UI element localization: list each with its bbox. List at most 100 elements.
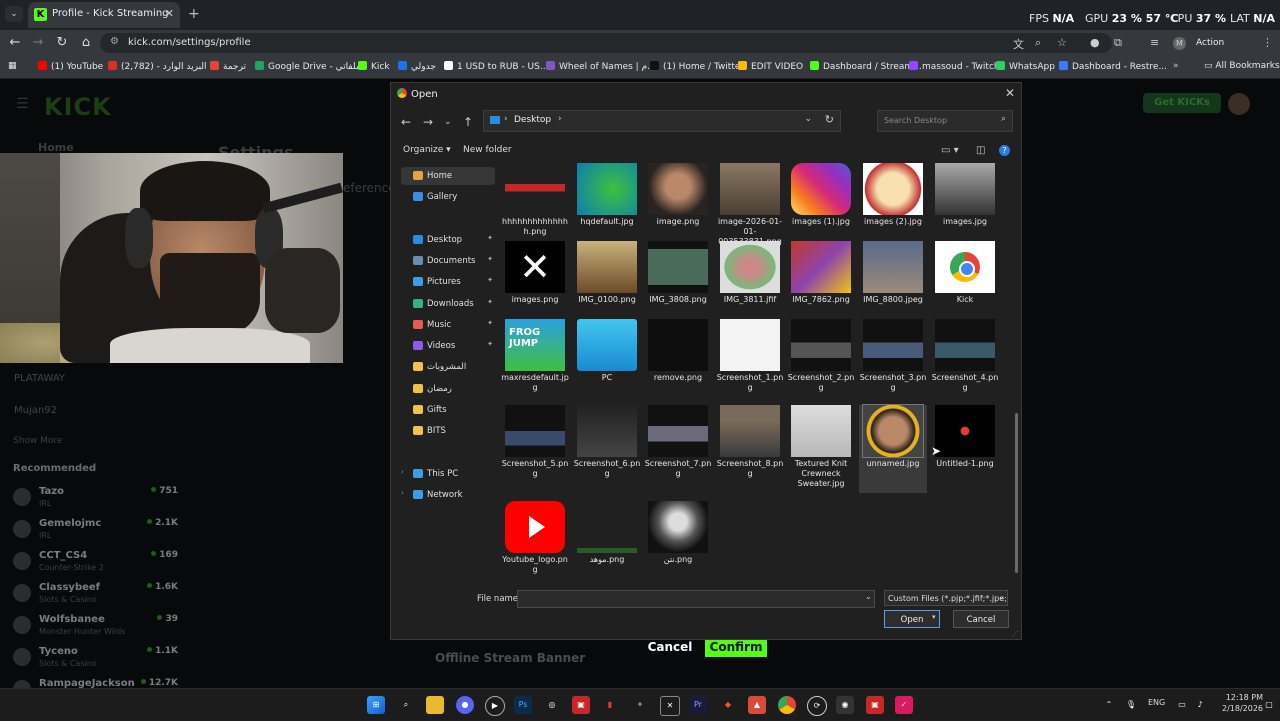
file-item[interactable]: Screenshot_4.png [931,319,999,407]
nav-item[interactable]: BITS [401,422,495,440]
volume-icon[interactable]: ♪ [1191,696,1209,714]
recent-locations-icon[interactable]: ⌄ [444,117,452,127]
nav-item[interactable]: Home [401,167,495,185]
file-item[interactable]: Textured Knit Crewneck Sweater.jpg [787,405,855,493]
bookmark-item[interactable]: EDIT VIDEO [738,61,803,72]
expand-chevron-icon[interactable]: › [401,489,404,497]
forward-icon[interactable]: → [423,115,433,129]
file-item[interactable]: IMG_7862.png [787,241,855,329]
recommended-channel[interactable]: Wolfsbanee Monster Hunter Wilds 39 [13,614,178,642]
back-icon[interactable]: ← [6,35,24,50]
organize-menu[interactable]: Organize ▾ [403,145,451,155]
recommended-channel[interactable]: CCT_CS4 Counter-Strike 2 169 [13,550,178,578]
app-red-icon[interactable]: ▮ [601,696,619,714]
app-red2-icon[interactable]: ▣ [866,696,884,714]
file-item[interactable]: hqdefault.jpg [573,163,641,251]
nav-item[interactable]: Music ✦ [401,316,495,334]
new-tab-button[interactable]: + [188,6,200,22]
cancel-button[interactable]: Cancel [642,637,698,657]
file-item[interactable]: PC [573,319,641,407]
nav-item[interactable]: › This PC [401,465,495,483]
close-icon[interactable]: ✕ [1005,86,1015,100]
media-player-icon[interactable]: ▶ [485,696,505,716]
reload-icon[interactable]: ↻ [53,35,71,50]
file-item[interactable]: Screenshot_5.png [501,405,569,493]
new-folder-button[interactable]: New folder [463,145,512,155]
nav-item[interactable]: › Network [401,486,495,504]
bookmark-item[interactable]: Wheel of Names | م... [546,61,656,72]
refresh-icon[interactable]: ↻ [825,113,834,126]
file-item[interactable]: Kick [931,241,999,329]
file-item[interactable]: unnamed.jpg [859,404,927,493]
app-orange-icon[interactable]: ▲ [748,696,766,714]
resize-grip-icon[interactable]: ⋰ [1012,630,1019,638]
recommended-channel[interactable]: Gemelojmc IRL 2.1K [13,518,178,546]
chevron-down-icon[interactable]: ⌄ [804,114,812,124]
file-item[interactable]: موهد.png [573,501,641,585]
file-item[interactable]: Screenshot_1.png [716,319,784,407]
breadcrumb[interactable]: › Desktop › ⌄ ↻ [483,110,841,132]
tab-search-button[interactable]: ⌄ [5,6,23,22]
recommended-channel[interactable]: Tazo IRL 751 [13,486,178,514]
chevron-down-icon[interactable]: ⌄ [998,592,1005,601]
chevron-down-icon[interactable]: ⌄ [865,592,872,601]
reading-list-icon[interactable]: ≡ [1150,36,1159,49]
open-split-chevron-icon[interactable]: ▾ [932,613,936,621]
app-icon[interactable]: ▣ [572,696,590,714]
apps-grid-icon[interactable]: ▦ [8,61,17,71]
extension-icon[interactable]: ● [1090,36,1100,49]
search-input[interactable]: Search Desktop ⌕ [877,110,1013,132]
extensions-puzzle-icon[interactable]: ⧉ [1114,36,1122,50]
menu-kebab-icon[interactable]: ⋮ [1262,36,1273,49]
profile-avatar[interactable]: M [1173,37,1186,50]
app-green-icon[interactable]: ✦ [631,696,649,714]
file-type-select[interactable]: Custom Files (*.pjp;*.jfif;*.jpe;*. [884,590,1008,606]
search-icon[interactable]: ⌕ [397,696,415,714]
breadcrumb-desktop[interactable]: Desktop [514,115,551,125]
file-explorer-icon[interactable] [426,696,444,714]
bookmark-item[interactable]: Dashboard - Restre... [1059,61,1167,72]
file-item[interactable]: remove.png [644,319,712,407]
close-tab-icon[interactable]: ✕ [165,7,174,20]
bookmark-item[interactable]: (1) YouTube [38,61,103,72]
bookmark-item[interactable]: Kick [358,61,390,72]
nav-item[interactable]: Desktop ✦ [401,231,495,249]
photoshop-icon[interactable]: Ps [514,696,532,714]
file-item[interactable]: Screenshot_2.png [787,319,855,407]
action-required-button[interactable]: Action required [1196,34,1262,66]
bookmark-item[interactable]: 1 USD to RUB - US... [444,61,548,72]
file-item[interactable]: Youtube_logo.png [501,501,569,585]
tray-overflow-icon[interactable]: ⌃ [1100,696,1118,714]
bookmark-item[interactable]: Google Drive - ملفاتي [255,61,361,72]
file-item[interactable]: images.jpg [931,163,999,251]
network-icon[interactable]: ▭ [1173,696,1191,714]
translate-icon[interactable]: 文 [1013,36,1024,52]
file-item[interactable]: images (2).jpg [859,163,927,251]
file-item[interactable]: hhhhhhhhhhhhhh.png [501,163,569,251]
more-bookmarks-icon[interactable]: » [1173,61,1179,71]
file-item[interactable]: IMG_8800.jpeg [859,241,927,329]
all-bookmarks-button[interactable]: ▭ All Bookmarks [1204,61,1280,71]
preview-pane-icon[interactable]: ◫ [976,145,985,156]
bookmark-star-icon[interactable]: ☆ [1057,36,1067,49]
dialog-cancel-button[interactable]: Cancel [953,610,1009,628]
file-item[interactable]: FROG JUMP maxresdefault.jpg [501,319,569,407]
back-icon[interactable]: ← [401,115,411,129]
file-item[interactable]: IMG_3808.png [644,241,712,329]
bookmark-item[interactable]: Dashboard / Stream... [810,61,922,72]
kick-logo[interactable]: KICK [44,93,112,121]
scrollbar[interactable] [1015,413,1018,573]
steam-icon[interactable]: ◎ [543,696,561,714]
file-item[interactable]: IMG_3811.jfif [716,241,784,329]
app-x-icon[interactable]: ✕ [660,696,680,716]
bookmark-item[interactable]: ترجمة [210,61,246,72]
clock[interactable]: 12:18 PM 2/18/2026 [1222,692,1263,714]
app-circle-icon[interactable]: ⟳ [807,696,827,716]
nav-item[interactable]: رمضان [401,380,495,398]
file-item[interactable]: نتن.png [644,501,712,585]
premiere-icon[interactable]: Pr [689,696,707,714]
bookmark-item[interactable]: massoud - Twitch [909,61,1000,72]
confirm-button[interactable]: Confirm [705,637,767,657]
sidebar-followed-channel[interactable]: PLATAWAY [14,373,65,384]
chrome-icon[interactable] [778,696,796,714]
